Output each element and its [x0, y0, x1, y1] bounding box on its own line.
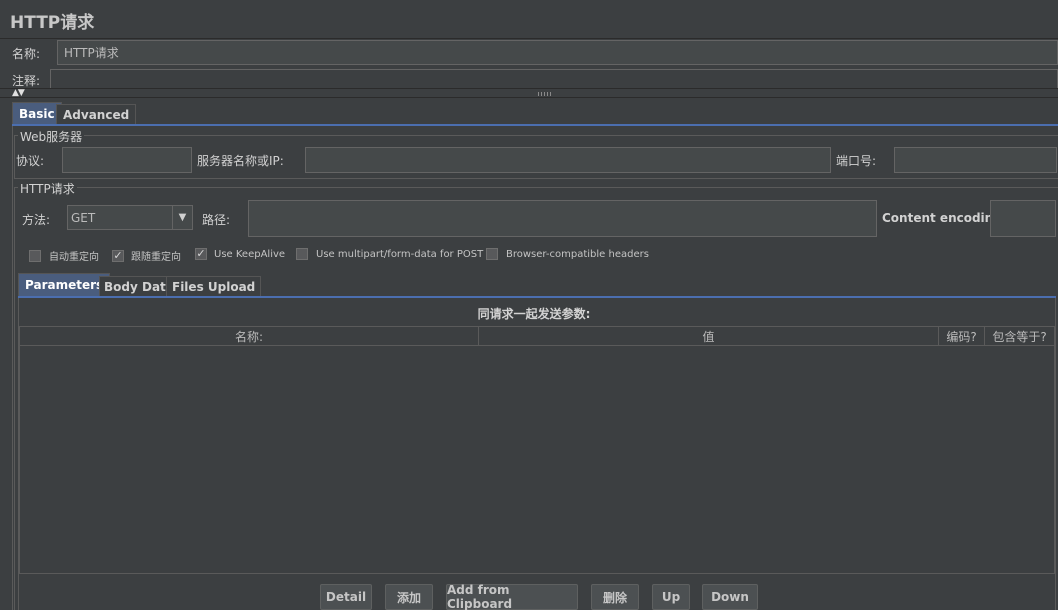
page-title: HTTP请求: [10, 13, 95, 33]
protocol-label: 协议:: [16, 154, 45, 168]
main-tabbar-line: [12, 124, 1058, 126]
add-from-clipboard-label: Add from Clipboard: [447, 583, 513, 610]
option-multipart[interactable]: Use multipart/form-data for POST: [296, 248, 483, 260]
comment-input[interactable]: [50, 69, 1058, 89]
down-button[interactable]: Down: [702, 584, 758, 610]
name-input[interactable]: HTTP请求: [57, 40, 1058, 65]
column-header-include-equals[interactable]: 包含等于?: [985, 327, 1054, 345]
server-label: 服务器名称或IP:: [197, 154, 284, 168]
path-label: 路径:: [202, 213, 231, 227]
up-button[interactable]: Up: [652, 584, 690, 610]
method-label: 方法:: [22, 213, 51, 227]
splitter[interactable]: [0, 88, 1058, 98]
title-divider: [0, 38, 1058, 39]
column-header-encode[interactable]: 编码?: [939, 327, 985, 345]
port-input[interactable]: [894, 147, 1057, 173]
option-keepalive[interactable]: ✓ Use KeepAlive: [195, 248, 285, 260]
tab-advanced-label: Advanced: [63, 107, 130, 122]
protocol-input[interactable]: [62, 147, 192, 173]
browser-headers-label: Browser-compatible headers: [506, 248, 649, 260]
up-button-label: Up: [661, 590, 681, 604]
multipart-checkbox[interactable]: [296, 248, 308, 260]
path-input[interactable]: [248, 200, 877, 237]
column-header-name[interactable]: 名称:: [20, 327, 479, 345]
http-request-group-title: HTTP请求: [18, 180, 77, 197]
params-caption: 同请求一起发送参数:: [477, 307, 591, 321]
option-auto-redirect[interactable]: 自动重定向: [29, 248, 99, 263]
server-input[interactable]: [305, 147, 831, 173]
keepalive-checkbox[interactable]: ✓: [195, 248, 207, 260]
down-button-label: Down: [711, 590, 749, 604]
web-server-group-title: Web服务器: [18, 128, 85, 145]
table-header: 名称: 值 编码? 包含等于?: [20, 327, 1054, 346]
chevron-down-icon[interactable]: ▼: [172, 206, 192, 229]
delete-button[interactable]: 删除: [591, 584, 639, 610]
follow-redirect-checkbox[interactable]: ✓: [112, 248, 124, 262]
collapse-arrows-icon[interactable]: ▲▼: [12, 89, 25, 98]
follow-redirect-label: 跟随重定向: [131, 252, 181, 263]
encoding-input[interactable]: [990, 200, 1056, 237]
tab-body-data-label: Body Data: [104, 279, 174, 294]
tab-basic[interactable]: Basic: [12, 102, 62, 124]
name-label: 名称:: [12, 47, 41, 61]
encoding-label: Content encoding:: [882, 211, 1007, 225]
detail-button[interactable]: Detail: [320, 584, 372, 610]
auto-redirect-checkbox[interactable]: [29, 249, 41, 262]
auto-redirect-label: 自动重定向: [49, 252, 99, 263]
detail-button-label: Detail: [325, 590, 367, 604]
delete-button-label: 删除: [602, 590, 627, 605]
method-select-value: GET: [71, 210, 96, 225]
tab-parameters-label: Parameters: [25, 278, 104, 292]
tab-files-upload-label: Files Upload: [172, 279, 256, 294]
splitter-grip-icon[interactable]: [538, 92, 552, 96]
comment-label: 注释:: [12, 74, 41, 88]
panel-border: [12, 126, 13, 610]
tab-parameters[interactable]: Parameters: [18, 273, 111, 296]
add-from-clipboard-button[interactable]: Add from Clipboard: [446, 583, 578, 610]
tab-basic-label: Basic: [19, 106, 55, 121]
check-icon: ✓: [196, 247, 206, 260]
browser-headers-checkbox[interactable]: [486, 248, 498, 260]
multipart-label: Use multipart/form-data for POST: [316, 248, 484, 260]
name-input-value: HTTP请求: [64, 46, 119, 60]
tab-advanced[interactable]: Advanced: [56, 104, 137, 124]
tab-files-upload[interactable]: Files Upload: [166, 276, 262, 296]
check-icon: ✓: [113, 248, 123, 262]
keepalive-label: Use KeepAlive: [214, 248, 286, 260]
port-label: 端口号:: [836, 154, 877, 168]
method-select[interactable]: GET ▼: [67, 205, 193, 230]
params-table[interactable]: 名称: 值 编码? 包含等于?: [19, 326, 1055, 574]
add-button[interactable]: 添加: [385, 584, 433, 610]
add-button-label: 添加: [396, 590, 421, 605]
option-browser-headers[interactable]: Browser-compatible headers: [486, 248, 649, 260]
column-header-value[interactable]: 值: [479, 327, 939, 345]
option-follow-redirect[interactable]: ✓ 跟随重定向: [112, 248, 181, 263]
